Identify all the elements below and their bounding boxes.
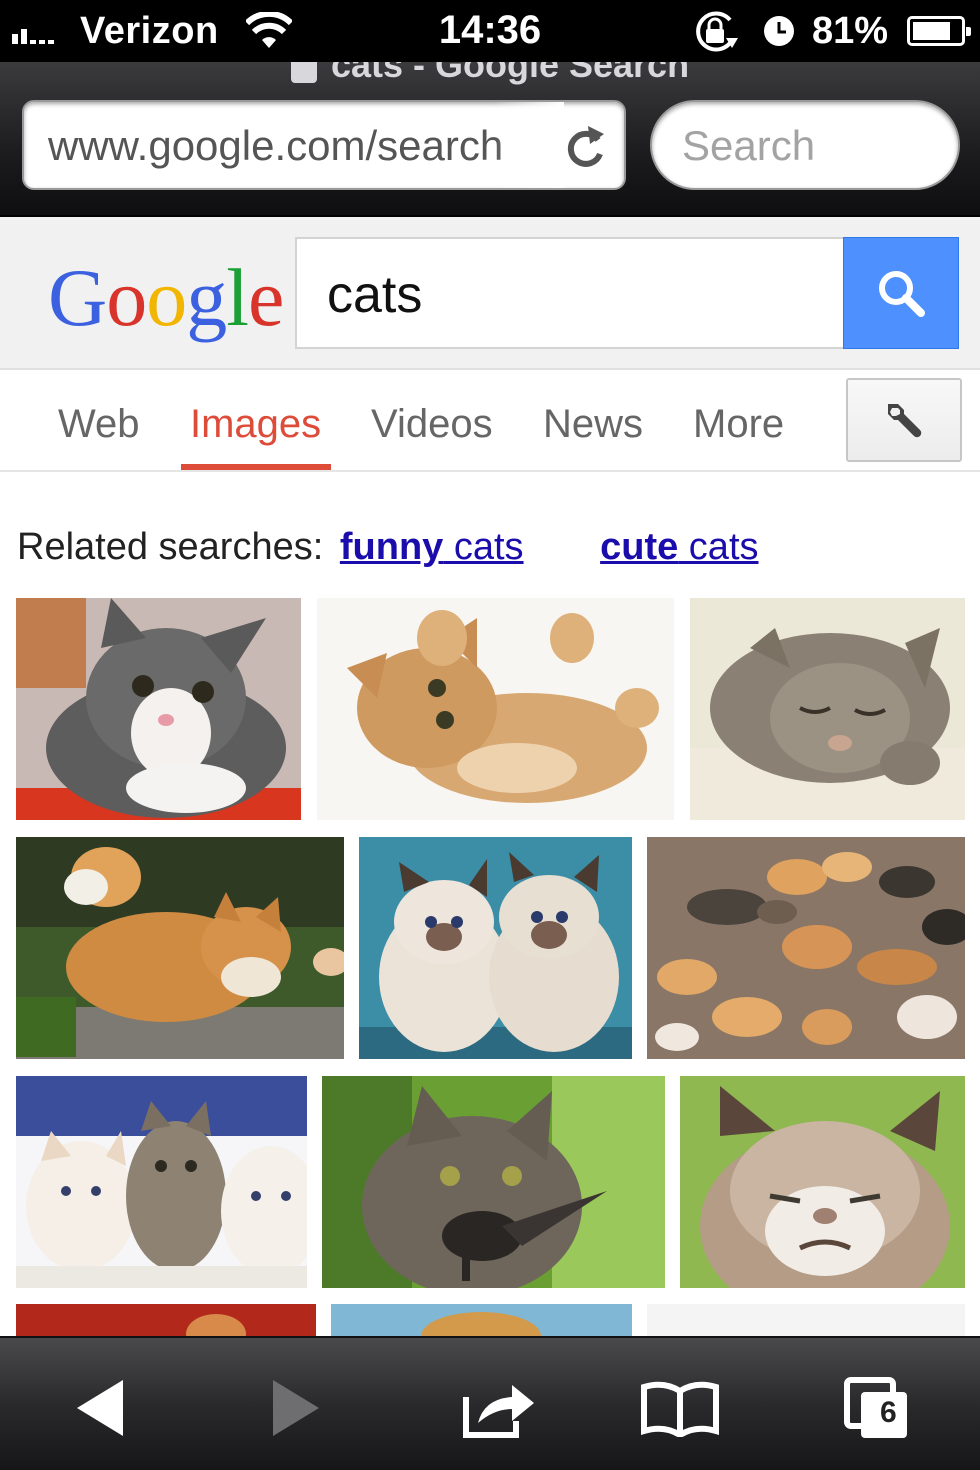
image-result-partial-1[interactable]	[16, 1304, 316, 1336]
tab-web[interactable]: Web	[58, 402, 140, 447]
google-logo-letter: l	[226, 252, 249, 343]
related-searches: Related searches: funny cats cute cats	[17, 526, 759, 569]
back-button[interactable]	[50, 1368, 150, 1448]
bookmarks-button[interactable]	[630, 1368, 730, 1448]
open-tabs-count: 6	[880, 1396, 897, 1429]
alarm-icon	[764, 16, 794, 46]
search-button[interactable]	[843, 237, 959, 349]
wrench-icon	[888, 404, 922, 438]
forward-button[interactable]	[246, 1368, 346, 1448]
image-result-orange-kitten-rolling[interactable]	[317, 598, 674, 820]
battery-icon	[907, 16, 971, 46]
image-result-grey-kitten[interactable]	[16, 598, 301, 820]
image-result-three-kittens[interactable]	[16, 1076, 307, 1288]
browser-chrome: cats - Google Search www.google.com/sear…	[0, 62, 980, 217]
google-logo-letter: g	[186, 252, 227, 343]
query-box[interactable]	[295, 237, 845, 349]
back-arrow-icon	[77, 1380, 123, 1436]
google-header: Google	[0, 217, 980, 370]
bookmarks-book-icon	[641, 1381, 719, 1437]
tabs-icon	[844, 1377, 907, 1438]
rotation-lock-icon	[696, 11, 738, 52]
image-result-partial-2[interactable]	[331, 1304, 632, 1336]
tab-more[interactable]: More	[693, 402, 784, 447]
search-tools-button[interactable]	[846, 378, 962, 462]
image-result-two-himalayan-kittens[interactable]	[359, 837, 632, 1059]
lock-icon	[290, 62, 317, 83]
address-bar[interactable]: www.google.com/search	[22, 100, 626, 190]
related-link-cute-cats[interactable]: cute cats	[600, 526, 758, 568]
page-title-text: cats - Google Search	[330, 62, 690, 85]
status-bar: Verizon 14:36 81%	[0, 0, 980, 62]
page-title: cats - Google Search	[0, 62, 980, 86]
reload-icon[interactable]	[564, 122, 608, 170]
url-text[interactable]: www.google.com/search	[48, 122, 548, 170]
google-logo-letter: G	[48, 252, 107, 343]
battery-percentage: 81%	[812, 10, 889, 52]
google-logo[interactable]: Google	[48, 251, 284, 345]
image-result-many-cats-eating[interactable]	[647, 837, 965, 1059]
share-icon	[463, 1385, 534, 1438]
browser-search-input[interactable]	[682, 122, 932, 170]
image-result-orange-cat-pawing[interactable]	[16, 837, 344, 1059]
related-link-funny-cats[interactable]: funny cats	[340, 526, 524, 568]
browser-search-field[interactable]	[650, 100, 960, 190]
google-logo-letter: o	[106, 252, 147, 343]
google-logo-letter: o	[146, 252, 187, 343]
forward-arrow-icon	[273, 1380, 319, 1436]
tab-news[interactable]: News	[543, 402, 643, 447]
image-result-cat-with-bird[interactable]	[322, 1076, 665, 1288]
query-input[interactable]	[327, 265, 817, 325]
tabs-button[interactable]: 6	[828, 1368, 928, 1448]
related-label: Related searches:	[17, 526, 324, 568]
image-result-sleeping-tabby-kitten[interactable]	[690, 598, 965, 820]
tab-images[interactable]: Images	[190, 402, 321, 447]
search-icon	[879, 271, 925, 317]
image-result-partial-3[interactable]	[647, 1304, 965, 1336]
search-tabs: Web Images Videos News More	[0, 372, 980, 472]
active-tab-indicator	[181, 464, 331, 470]
google-logo-letter: e	[248, 252, 284, 343]
browser-toolbar: 6	[0, 1336, 980, 1470]
image-result-grumpy-cat[interactable]	[680, 1076, 965, 1288]
share-button[interactable]	[448, 1368, 548, 1448]
tab-videos[interactable]: Videos	[371, 402, 493, 447]
